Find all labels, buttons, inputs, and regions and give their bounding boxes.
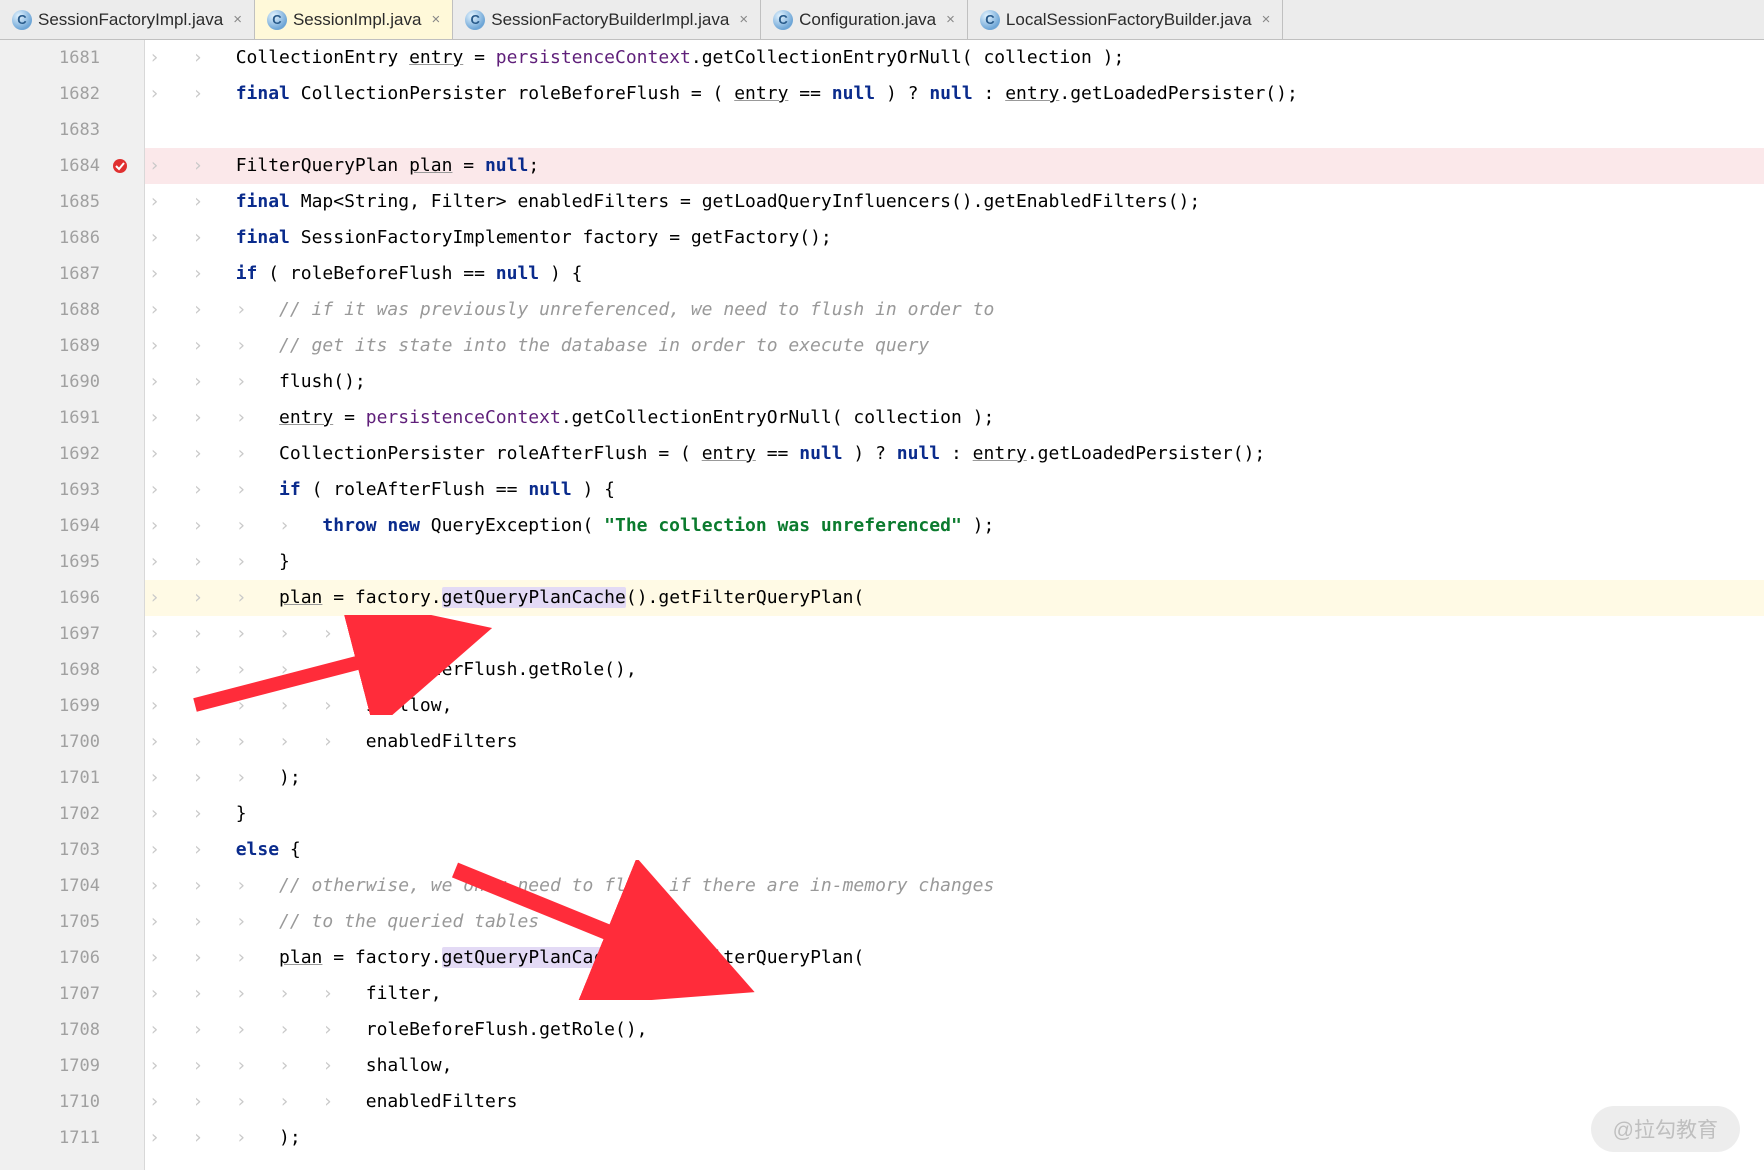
line-number[interactable]: 1695 [0, 544, 144, 580]
line-number[interactable]: 1689 [0, 328, 144, 364]
line-number[interactable]: 1709 [0, 1048, 144, 1084]
class-icon: C [465, 10, 485, 30]
line-number[interactable]: 1696 [0, 580, 144, 616]
code-line[interactable]: › › › › › enabledFilters [145, 724, 1764, 760]
code-line[interactable]: › › › › throw new QueryException( "The c… [145, 508, 1764, 544]
watermark: @拉勾教育 [1591, 1106, 1740, 1152]
code-line[interactable]: › › › › › shallow, [145, 688, 1764, 724]
line-number[interactable]: 1708 [0, 1012, 144, 1048]
line-number[interactable]: 1691 [0, 400, 144, 436]
line-number[interactable]: 1685 [0, 184, 144, 220]
tab-sessionimpl[interactable]: C SessionImpl.java × [255, 0, 453, 39]
code-line[interactable]: › › › › › filter, [145, 976, 1764, 1012]
code-line[interactable]: › › › if ( roleAfterFlush == null ) { [145, 472, 1764, 508]
code-line[interactable]: › › › ); [145, 760, 1764, 796]
close-icon[interactable]: × [233, 11, 242, 28]
tab-sessionfactoryimpl[interactable]: C SessionFactoryImpl.java × [0, 0, 255, 39]
line-number[interactable]: 1686 [0, 220, 144, 256]
line-number[interactable]: 1698 [0, 652, 144, 688]
tab-localsessionfactorybuilder[interactable]: C LocalSessionFactoryBuilder.java × [968, 0, 1283, 39]
class-icon: C [773, 10, 793, 30]
line-number[interactable]: 1705 [0, 904, 144, 940]
code-line[interactable]: › › › › › filter, [145, 616, 1764, 652]
tab-sessionfactorybuilderimpl[interactable]: C SessionFactoryBuilderImpl.java × [453, 0, 761, 39]
line-number[interactable]: 1697 [0, 616, 144, 652]
code-line[interactable]: › › FilterQueryPlan plan = null; [145, 148, 1764, 184]
line-number[interactable]: 1687 [0, 256, 144, 292]
line-number[interactable]: 1688 [0, 292, 144, 328]
line-number[interactable]: 1684 [0, 148, 144, 184]
class-icon: C [980, 10, 1000, 30]
code-line[interactable]: › › › CollectionPersister roleAfterFlush… [145, 436, 1764, 472]
tab-label: LocalSessionFactoryBuilder.java [1006, 10, 1252, 30]
code-line[interactable]: › › › // get its state into the database… [145, 328, 1764, 364]
line-number[interactable]: 1703 [0, 832, 144, 868]
line-number[interactable]: 1694 [0, 508, 144, 544]
code-line[interactable]: › › › ); [145, 1120, 1764, 1156]
code-line[interactable]: › › › › › enabledFilters [145, 1084, 1764, 1120]
code-line[interactable]: › › › entry = persistenceContext.getColl… [145, 400, 1764, 436]
close-icon[interactable]: × [739, 11, 748, 28]
class-icon: C [12, 10, 32, 30]
code-line[interactable]: › › final Map<String, Filter> enabledFil… [145, 184, 1764, 220]
close-icon[interactable]: × [946, 11, 955, 28]
class-icon: C [267, 10, 287, 30]
close-icon[interactable]: × [1262, 11, 1271, 28]
line-number[interactable]: 1682 [0, 76, 144, 112]
code-line[interactable]: › › if ( roleBeforeFlush == null ) { [145, 256, 1764, 292]
tab-label: SessionFactoryBuilderImpl.java [491, 10, 729, 30]
code-line[interactable]: › › CollectionEntry entry = persistenceC… [145, 40, 1764, 76]
line-number[interactable]: 1704 [0, 868, 144, 904]
editor-area: 1681 1682 1683 1684 1685 1686 1687 1688 … [0, 40, 1764, 1170]
tab-label: SessionFactoryImpl.java [38, 10, 223, 30]
code-line[interactable]: › › final CollectionPersister roleBefore… [145, 76, 1764, 112]
code-line[interactable]: › › › } [145, 544, 1764, 580]
line-number[interactable]: 1707 [0, 976, 144, 1012]
line-number[interactable]: 1693 [0, 472, 144, 508]
tab-configuration[interactable]: C Configuration.java × [761, 0, 968, 39]
tab-label: SessionImpl.java [293, 10, 422, 30]
gutter[interactable]: 1681 1682 1683 1684 1685 1686 1687 1688 … [0, 40, 145, 1170]
close-icon[interactable]: × [431, 11, 440, 28]
line-number[interactable]: 1699 [0, 688, 144, 724]
tab-bar: C SessionFactoryImpl.java × C SessionImp… [0, 0, 1764, 40]
code-line[interactable]: › › › plan = factory.getQueryPlanCache()… [145, 940, 1764, 976]
line-number[interactable]: 1702 [0, 796, 144, 832]
line-number[interactable]: 1711 [0, 1120, 144, 1156]
line-number[interactable]: 1706 [0, 940, 144, 976]
code-line[interactable] [145, 112, 1764, 148]
breakpoint-icon[interactable] [112, 158, 128, 174]
line-number[interactable]: 1690 [0, 364, 144, 400]
code-line[interactable]: › › › › › shallow, [145, 1048, 1764, 1084]
line-number[interactable]: 1710 [0, 1084, 144, 1120]
line-number[interactable]: 1692 [0, 436, 144, 472]
code-line[interactable]: › › › › › roleAfterFlush.getRole(), [145, 652, 1764, 688]
code-line[interactable]: › › › // if it was previously unreferenc… [145, 292, 1764, 328]
code-line[interactable]: › › } [145, 796, 1764, 832]
line-number[interactable]: 1701 [0, 760, 144, 796]
line-number[interactable]: 1700 [0, 724, 144, 760]
code-line[interactable]: › › final SessionFactoryImplementor fact… [145, 220, 1764, 256]
code-line[interactable]: › › › › › roleBeforeFlush.getRole(), [145, 1012, 1764, 1048]
code-line[interactable]: › › › // to the queried tables [145, 904, 1764, 940]
code-line[interactable]: › › › plan = factory.getQueryPlanCache()… [145, 580, 1764, 616]
code-area[interactable]: › › CollectionEntry entry = persistenceC… [145, 40, 1764, 1170]
code-line[interactable]: › › else { [145, 832, 1764, 868]
line-number[interactable]: 1681 [0, 40, 144, 76]
tab-label: Configuration.java [799, 10, 936, 30]
code-line[interactable]: › › › // otherwise, we only need to flus… [145, 868, 1764, 904]
code-line[interactable]: › › › flush(); [145, 364, 1764, 400]
line-number[interactable]: 1683 [0, 112, 144, 148]
